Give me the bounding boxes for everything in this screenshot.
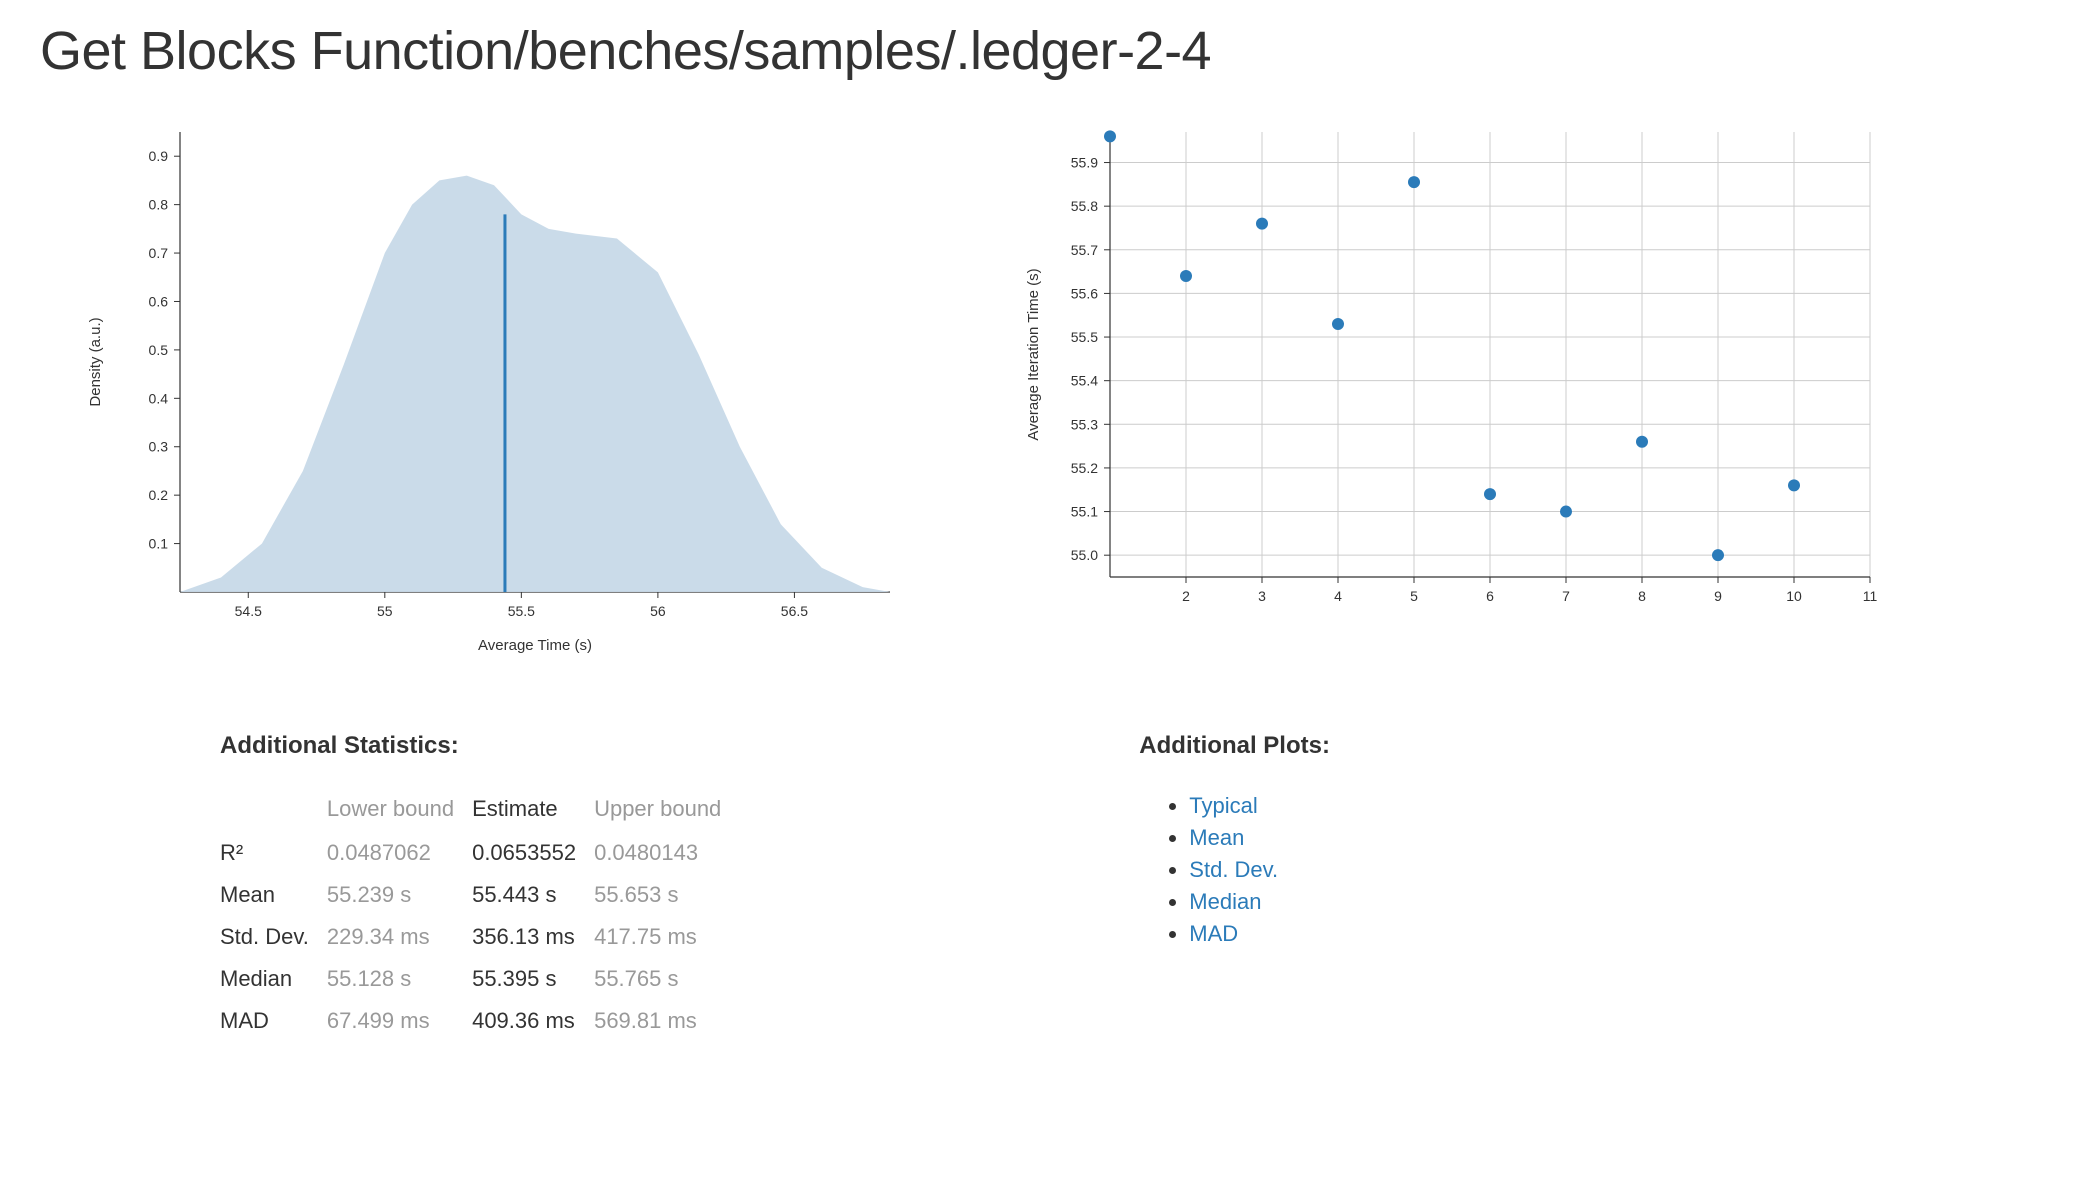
svg-text:55.5: 55.5 [508, 603, 535, 619]
plot-link[interactable]: Typical [1189, 793, 1257, 818]
stat-estimate: 409.36 ms [472, 1000, 594, 1042]
table-row: Median55.128 s55.395 s55.765 s [220, 958, 739, 1000]
svg-text:55.5: 55.5 [1071, 329, 1098, 345]
table-row: Std. Dev.229.34 ms356.13 ms417.75 ms [220, 916, 739, 958]
list-item: Mean [1189, 822, 1330, 854]
stat-estimate: 0.0653552 [472, 832, 594, 874]
page-title: Get Blocks Function/benches/samples/.led… [40, 20, 2046, 82]
svg-text:0.7: 0.7 [149, 245, 169, 261]
stat-label: Mean [220, 874, 327, 916]
stat-lower: 67.499 ms [327, 1000, 472, 1042]
svg-text:55.6: 55.6 [1071, 285, 1098, 301]
stat-label: MAD [220, 1000, 327, 1042]
svg-text:55.7: 55.7 [1071, 242, 1098, 258]
svg-text:10: 10 [1786, 588, 1802, 604]
svg-text:56.5: 56.5 [781, 603, 808, 619]
stats-col-empty [220, 790, 327, 832]
plot-link[interactable]: Std. Dev. [1189, 857, 1278, 882]
stat-upper: 0.0480143 [594, 832, 739, 874]
svg-text:55: 55 [377, 603, 393, 619]
table-row: Mean55.239 s55.443 s55.653 s [220, 874, 739, 916]
stats-col-upper: Upper bound [594, 790, 739, 832]
plots-heading: Additional Plots: [1139, 732, 1330, 760]
svg-text:55.2: 55.2 [1071, 460, 1098, 476]
svg-text:55.3: 55.3 [1071, 416, 1098, 432]
plot-link[interactable]: Mean [1189, 825, 1244, 850]
plot-link[interactable]: Median [1189, 889, 1261, 914]
plot-link[interactable]: MAD [1189, 921, 1238, 946]
density-chart: 0.1 0.2 0.3 0.4 0.5 0.6 0.7 0.8 0.9 54.5 55 55.5 56 5… [70, 122, 910, 672]
svg-text:56: 56 [650, 603, 666, 619]
svg-text:6: 6 [1486, 588, 1494, 604]
svg-text:0.5: 0.5 [149, 342, 169, 358]
svg-text:11: 11 [1863, 588, 1878, 604]
svg-text:0.9: 0.9 [149, 148, 169, 164]
svg-text:54.5: 54.5 [235, 603, 262, 619]
svg-text:0.6: 0.6 [149, 293, 169, 309]
svg-text:2: 2 [1182, 588, 1190, 604]
svg-text:55.0: 55.0 [1071, 547, 1098, 563]
plots-section: Additional Plots: Typical Mean Std. Dev. Me… [1139, 732, 1330, 1042]
stat-estimate: 356.13 ms [472, 916, 594, 958]
stats-heading: Additional Statistics: [220, 732, 739, 760]
table-row: R²0.04870620.06535520.0480143 [220, 832, 739, 874]
charts-row: 0.10.20.30.40.50.60.70.80.954.55555.5565… [40, 122, 2046, 672]
stats-col-lower: Lower bound [327, 790, 472, 832]
stat-lower: 55.128 s [327, 958, 472, 1000]
stats-row: Additional Statistics: Lower bound Estim… [40, 732, 2046, 1042]
svg-text:4: 4 [1334, 588, 1342, 604]
svg-text:0.2: 0.2 [149, 487, 169, 503]
svg-text:55.4: 55.4 [1071, 373, 1098, 389]
svg-text:9: 9 [1714, 588, 1722, 604]
svg-text:Average Time (s): Average Time (s) [478, 637, 592, 654]
stat-lower: 229.34 ms [327, 916, 472, 958]
plots-list: Typical Mean Std. Dev. Median MAD [1139, 790, 1330, 950]
stat-upper: 569.81 ms [594, 1000, 739, 1042]
svg-text:Average Iteration Time (s): Average Iteration Time (s) [1025, 268, 1042, 440]
svg-text:55.1: 55.1 [1071, 504, 1098, 520]
svg-text:0.3: 0.3 [149, 439, 169, 455]
svg-text:3: 3 [1258, 588, 1266, 604]
stat-upper: 417.75 ms [594, 916, 739, 958]
svg-text:5: 5 [1410, 588, 1418, 604]
svg-text:8: 8 [1638, 588, 1646, 604]
svg-text:0.8: 0.8 [149, 197, 169, 213]
list-item: Median [1189, 886, 1330, 918]
stat-label: Std. Dev. [220, 916, 327, 958]
stat-label: R² [220, 832, 327, 874]
svg-text:0.1: 0.1 [149, 536, 169, 552]
stats-section: Additional Statistics: Lower bound Estim… [220, 732, 739, 1042]
svg-text:55.9: 55.9 [1071, 155, 1098, 171]
stat-upper: 55.653 s [594, 874, 739, 916]
svg-text:0.4: 0.4 [149, 390, 169, 406]
scatter-chart: 55.0 55.1 55.2 55.3 55.4 55.5 55.6 55.7 55.8 55.9… [1010, 122, 1890, 622]
list-item: MAD [1189, 918, 1330, 950]
stat-lower: 55.239 s [327, 874, 472, 916]
stats-col-estimate: Estimate [472, 790, 594, 832]
stat-lower: 0.0487062 [327, 832, 472, 874]
list-item: Std. Dev. [1189, 854, 1330, 886]
svg-text:7: 7 [1562, 588, 1570, 604]
svg-text:55.8: 55.8 [1071, 198, 1098, 214]
list-item: Typical [1189, 790, 1330, 822]
table-row: MAD67.499 ms409.36 ms569.81 ms [220, 1000, 739, 1042]
stat-label: Median [220, 958, 327, 1000]
stat-estimate: 55.443 s [472, 874, 594, 916]
stat-estimate: 55.395 s [472, 958, 594, 1000]
svg-text:Density (a.u.): Density (a.u.) [87, 317, 104, 406]
stat-upper: 55.765 s [594, 958, 739, 1000]
stats-table: Lower bound Estimate Upper bound R²0.048… [220, 790, 739, 1042]
